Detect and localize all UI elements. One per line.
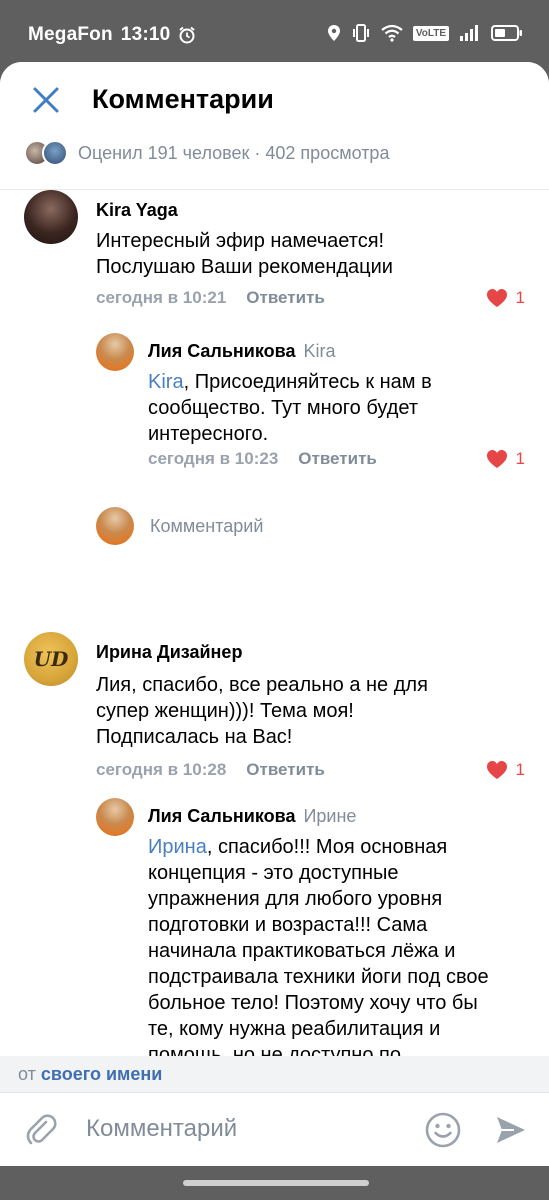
wifi-icon [381, 24, 403, 42]
comment-author[interactable]: Kira Yaga [96, 200, 178, 221]
heart-icon [486, 289, 507, 307]
vibrate-icon [352, 24, 369, 42]
comment-text: Лия, спасибо, все реально а не для супер… [96, 674, 428, 748]
likers-summary[interactable]: Оценил 191 человек · 402 просмотра [24, 140, 389, 166]
location-icon [327, 25, 340, 41]
comments-sheet: Комментарии Оценил 191 человек · 402 про… [0, 62, 549, 1166]
likers-text: Оценил 191 человек · 402 просмотра [78, 142, 390, 163]
heart-icon [486, 450, 507, 468]
comments-header: Комментарии Оценил 191 человек · 402 про… [0, 62, 549, 190]
status-bar: MegaFon 13:10 VoLTE [0, 0, 549, 62]
reply-button[interactable]: Ответить [298, 449, 377, 469]
mention-link[interactable]: Kira [148, 371, 184, 393]
like-button[interactable]: 1 [486, 760, 525, 780]
reply-to-label[interactable]: Ирине [303, 806, 356, 826]
post-as-bar[interactable]: от своего имени [0, 1056, 549, 1092]
close-icon[interactable] [30, 84, 62, 116]
like-count: 1 [515, 288, 525, 307]
comment-date: сегодня в 10:28 [96, 760, 227, 779]
comment-reply: Лия Сальникова Ирине Ирина, спасибо!!! Мо… [0, 798, 549, 1056]
page-title: Комментарии [92, 84, 274, 114]
avatar[interactable]: UD [24, 632, 78, 686]
comment-reply: Лия Сальникова Kira Kira, Присоединяйтесь… [0, 333, 549, 493]
comment-date: сегодня в 10:23 [148, 449, 279, 468]
attach-icon[interactable] [24, 1113, 58, 1147]
like-button[interactable]: 1 [486, 288, 525, 308]
like-button[interactable]: 1 [486, 449, 525, 469]
thread-reply-placeholder: Комментарий [150, 515, 264, 536]
signal-icon [460, 25, 478, 41]
reply-button[interactable]: Ответить [246, 760, 325, 780]
send-icon[interactable] [494, 1113, 528, 1147]
carrier-label: MegaFon [28, 24, 113, 45]
reply-to-label[interactable]: Kira [303, 341, 335, 361]
comments-list[interactable]: Kira Yaga Интересный эфир намечается! По… [0, 190, 549, 1056]
comment-author[interactable]: Ирина Дизайнер [96, 642, 242, 663]
comment-text: Kira, Присоединяйтесь к нам в сообщество… [148, 371, 432, 445]
comment: Kira Yaga Интересный эфир намечается! По… [0, 190, 549, 320]
emoji-icon[interactable] [424, 1111, 462, 1149]
post-as-link[interactable]: своего имени [41, 1064, 162, 1084]
comment-author[interactable]: Лия Сальникова Ирине [148, 806, 356, 827]
heart-icon [486, 761, 507, 779]
my-avatar [96, 507, 134, 545]
comment-date: сегодня в 10:21 [96, 288, 227, 307]
comment: UD Ирина Дизайнер Лия, спасибо, все реал… [0, 632, 549, 782]
system-nav-bar [0, 1166, 549, 1200]
volte-badge: VoLTE [412, 25, 449, 41]
avatar[interactable] [24, 190, 78, 244]
comment-text: Интересный эфир намечается! Послушаю Ваш… [96, 230, 393, 278]
like-count: 1 [515, 449, 525, 468]
like-count: 1 [515, 760, 525, 779]
reply-button[interactable]: Ответить [246, 288, 325, 308]
avatar[interactable] [96, 333, 134, 371]
comment-input[interactable]: Комментарий [86, 1115, 237, 1143]
battery-icon [491, 25, 522, 41]
comment-text: Ирина, спасибо!!! Моя основная концепция… [148, 836, 489, 1056]
thread-reply-input[interactable]: Комментарий [96, 507, 263, 545]
comment-composer: Комментарий [0, 1092, 549, 1166]
comment-author[interactable]: Лия Сальникова Kira [148, 341, 336, 362]
clock: 13:10 [120, 24, 171, 45]
home-indicator[interactable] [183, 1180, 369, 1186]
avatar-initials: UD [33, 647, 69, 671]
mention-link[interactable]: Ирина [148, 836, 207, 858]
alarm-icon [179, 26, 196, 44]
liker-avatar [42, 140, 68, 166]
post-as-prefix: от [18, 1064, 36, 1084]
avatar[interactable] [96, 798, 134, 836]
